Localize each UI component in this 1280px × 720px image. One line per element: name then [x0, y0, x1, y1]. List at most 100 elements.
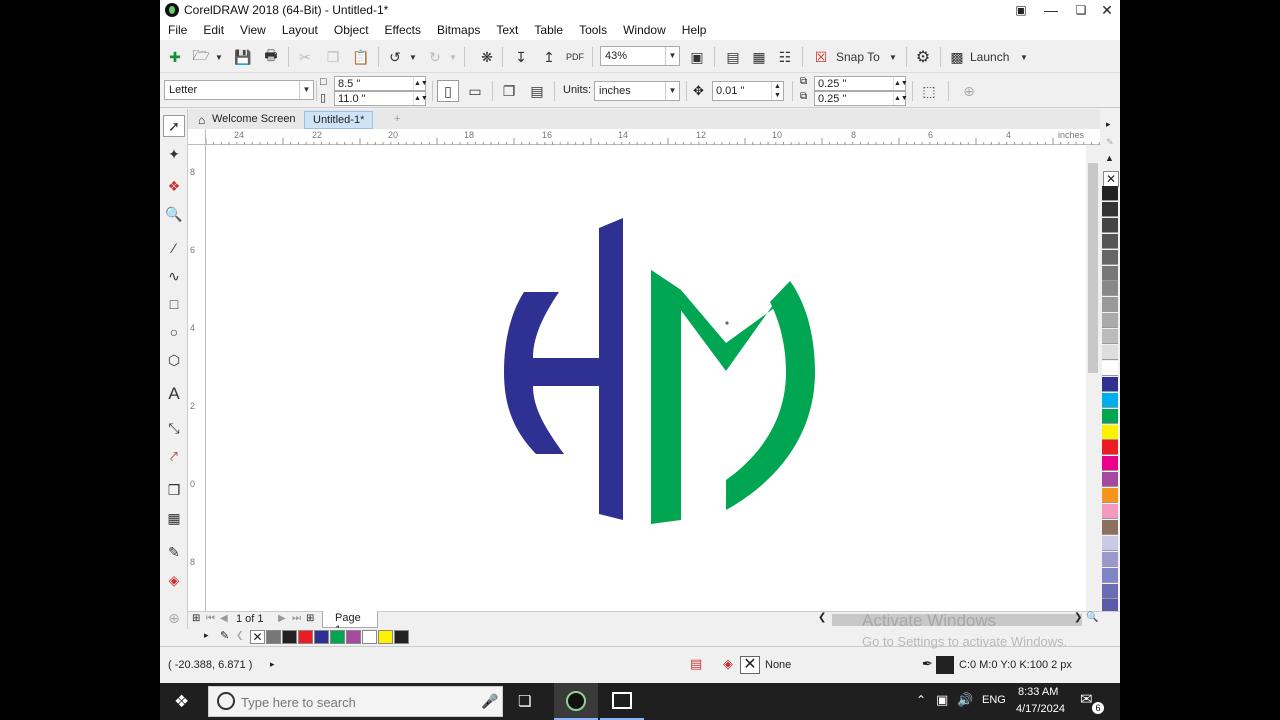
menu-view[interactable]: View [232, 20, 274, 40]
menu-tools[interactable]: Tools [571, 20, 615, 40]
options-gear-icon[interactable]: ⚙ [912, 46, 934, 68]
new-document-icon[interactable]: ✚ [164, 46, 186, 68]
copy-icon[interactable]: ❐ [322, 46, 344, 68]
logo-m-left-stem[interactable] [651, 270, 681, 524]
palette-swatch[interactable] [1102, 488, 1118, 504]
vertical-ruler[interactable]: 8 6 4 2 0 8 [188, 145, 206, 611]
menu-window[interactable]: Window [615, 20, 674, 40]
paste-icon[interactable]: 📋 [350, 46, 372, 68]
taskbar-search-box[interactable]: Type here to search 🎤 [208, 686, 503, 717]
duplicate-distance-y-field[interactable]: 0.25 " ▲▼ [814, 91, 908, 106]
palette-swatch[interactable] [1102, 424, 1118, 440]
polygon-tool-icon[interactable]: ⬡ [163, 349, 185, 371]
palette-scroll-icon[interactable]: ❮ [236, 630, 244, 641]
export-icon[interactable]: ↥ [538, 46, 560, 68]
current-page-icon[interactable]: ▤ [526, 80, 548, 102]
quick-customize-icon[interactable]: ⊕ [958, 80, 980, 102]
show-hidden-icons-chevron[interactable]: ⌃ [916, 693, 926, 707]
zoom-tool-icon[interactable]: 🔍 [163, 203, 185, 225]
color-proof-icon[interactable]: ▤ [690, 656, 702, 672]
menu-file[interactable]: File [160, 20, 195, 40]
transparency-icon[interactable]: ▦ [163, 507, 185, 529]
drawing-canvas[interactable] [206, 145, 1086, 611]
redo-chevron-icon[interactable]: ▼ [442, 46, 464, 68]
menu-bitmaps[interactable]: Bitmaps [429, 20, 488, 40]
import-icon[interactable]: ↧ [510, 46, 532, 68]
text-tool-icon[interactable]: A [163, 383, 185, 405]
palette-swatch[interactable] [1102, 281, 1118, 297]
taskbar-coreldraw-app[interactable] [554, 683, 598, 720]
palette-swatch[interactable] [1102, 217, 1118, 233]
palette-swatch[interactable] [1102, 345, 1118, 360]
page-height-field[interactable]: 11.0 " ▲▼ [334, 91, 428, 106]
status-expand-icon[interactable]: ▸ [270, 659, 275, 670]
chevron-down-icon[interactable]: ▼ [299, 81, 313, 99]
no-color-swatch[interactable]: ✕ [250, 630, 265, 644]
page-frame-icon[interactable]: ⬚ [918, 80, 940, 102]
palette-swatch[interactable] [1102, 313, 1118, 329]
tab-untitled[interactable]: Untitled-1* [304, 111, 374, 129]
menu-text[interactable]: Text [488, 20, 526, 40]
all-pages-icon[interactable]: ❐ [498, 80, 520, 102]
launch-chevron-icon[interactable]: ▼ [1013, 46, 1035, 68]
rectangle-tool-icon[interactable]: □ [163, 293, 185, 315]
search-content-icon[interactable]: ❋ [476, 46, 498, 68]
connector-tool-icon[interactable]: ⤤ [163, 445, 185, 467]
outline-color-swatch[interactable] [936, 656, 954, 674]
horizontal-ruler[interactable]: 24 22 20 18 16 14 12 10 8 6 4 inches [206, 129, 1100, 145]
spin-arrows-icon[interactable]: ▲▼ [893, 92, 908, 105]
palette-swatch[interactable] [1102, 456, 1118, 472]
network-icon[interactable]: ▣ [936, 692, 948, 708]
cut-icon[interactable]: ✂ [294, 46, 316, 68]
show-guidelines-icon[interactable]: ☷ [774, 46, 796, 68]
pick-tool-icon[interactable]: ➚ [163, 115, 185, 137]
logo-m-right-arc[interactable] [726, 281, 815, 510]
drop-shadow-icon[interactable]: ❒ [163, 479, 185, 501]
ruler-origin-corner[interactable] [188, 129, 206, 145]
palette-swatch[interactable] [1102, 201, 1118, 217]
document-palette-swatch[interactable] [346, 630, 361, 644]
logo-h-crossbar[interactable] [530, 358, 602, 386]
outline-pen-icon[interactable]: ✒ [922, 656, 933, 672]
document-palette-swatch[interactable] [362, 630, 377, 644]
document-palette-swatch[interactable] [298, 630, 313, 644]
clock-time[interactable]: 8:33 AM [1018, 686, 1058, 698]
fill-none-swatch[interactable]: ✕ [740, 656, 760, 674]
open-recent-chevron-icon[interactable]: ▼ [208, 46, 230, 68]
page-tab-1[interactable]: Page 1 [322, 611, 378, 636]
eyedropper-icon[interactable]: ✎ [163, 541, 185, 563]
palette-swatch[interactable] [1102, 376, 1118, 392]
document-palette-swatch[interactable] [394, 630, 409, 644]
palette-swatch[interactable] [1102, 551, 1118, 567]
page-size-combo[interactable]: Letter ▼ [164, 80, 314, 100]
menu-help[interactable]: Help [674, 20, 715, 40]
eyedropper-icon[interactable]: ✎ [220, 629, 229, 642]
menu-edit[interactable]: Edit [195, 20, 232, 40]
launch-app-icon[interactable]: ▩ [946, 46, 968, 68]
tab-welcome-screen[interactable]: Welcome Screen [204, 111, 304, 129]
new-tab-plus-icon[interactable]: + [386, 111, 408, 129]
prev-page-icon[interactable]: ◀ [220, 613, 228, 624]
save-icon[interactable]: 💾 [232, 46, 254, 68]
palette-swatch[interactable] [1102, 329, 1118, 345]
menu-layout[interactable]: Layout [274, 20, 326, 40]
chevron-down-icon[interactable]: ▼ [665, 82, 679, 100]
first-page-icon[interactable]: ⏮ [206, 613, 215, 624]
close-button[interactable]: ✕ [1092, 0, 1120, 20]
scroll-left-icon[interactable]: ❮ [818, 612, 826, 623]
last-page-icon[interactable]: ⏭ [292, 613, 301, 624]
freehand-tool-icon[interactable]: ∕ [163, 237, 185, 259]
portrait-icon[interactable]: ▯ [437, 80, 459, 102]
quick-customize-icon[interactable]: ⊕ [163, 607, 185, 629]
pin-icon[interactable]: ✎ [1106, 137, 1114, 148]
palette-swatch[interactable] [1102, 583, 1118, 599]
zoom-level-combo[interactable]: 43% ▼ [600, 46, 680, 66]
menu-object[interactable]: Object [326, 20, 377, 40]
palette-swatch[interactable] [1102, 186, 1118, 201]
scroll-right-icon[interactable]: ❯ [1074, 612, 1082, 623]
logo-h-right-stem[interactable] [599, 218, 623, 520]
page-width-field[interactable]: 8.5 " ▲▼ [334, 76, 428, 91]
fill-bucket-icon[interactable]: ◈ [723, 656, 733, 672]
publish-pdf-icon[interactable]: PDF [564, 46, 586, 68]
show-grid-icon[interactable]: ▦ [748, 46, 770, 68]
